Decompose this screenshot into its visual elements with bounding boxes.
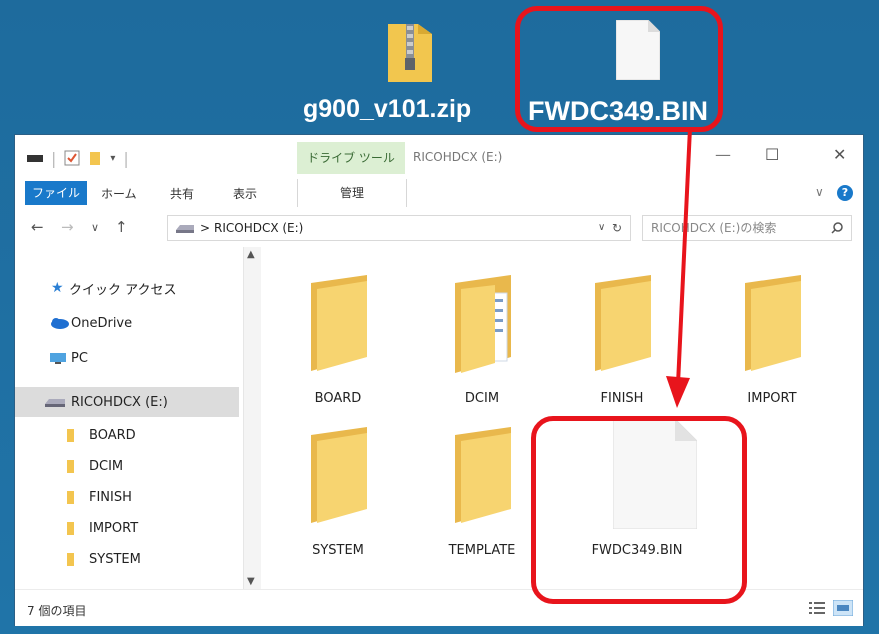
folder-icon	[311, 275, 367, 371]
folder-tile[interactable]: BOARD	[283, 259, 393, 409]
zip-file-label[interactable]: g900_v101.zip	[303, 95, 471, 124]
folder-icon	[455, 427, 511, 523]
computer-icon	[50, 353, 66, 364]
highlight-drive-bin	[531, 416, 747, 604]
zip-file-icon[interactable]	[388, 20, 432, 82]
tab-manage[interactable]: 管理	[297, 179, 407, 207]
address-separator: >	[200, 221, 211, 235]
new-folder-icon[interactable]	[88, 150, 102, 166]
dropdown-icon[interactable]: ▾	[110, 153, 115, 164]
folder-icon	[67, 490, 74, 504]
nav-label-pc: PC	[71, 350, 88, 366]
help-icon[interactable]: ?	[837, 185, 853, 201]
window-title: RICOHDCX (E:)	[413, 150, 503, 164]
folder-icon	[595, 275, 651, 371]
back-arrow-icon[interactable]: ←	[31, 218, 44, 236]
quick-access-toolbar: | ▾ |	[27, 149, 129, 168]
large-icons-view-icon[interactable]	[833, 600, 853, 616]
drive-tools-tab[interactable]: ドライブ ツール	[297, 142, 405, 174]
item-label: SYSTEM	[312, 543, 364, 558]
item-label: BOARD	[314, 391, 362, 406]
maximize-button[interactable]: ☐	[765, 145, 779, 164]
address-bar[interactable]: > RICOHDCX (E:) ∨ ↻	[167, 215, 631, 241]
tab-home[interactable]: ホーム	[101, 185, 137, 202]
nav-label-drive: RICOHDCX (E:)	[71, 394, 168, 410]
tab-view[interactable]: 表示	[233, 185, 257, 202]
nav-item-onedrive[interactable]: OneDrive	[15, 308, 239, 338]
arrow-annotation	[666, 128, 692, 408]
address-row: ← → ∨ ↑ > RICOHDCX (E:) ∨ ↻ RICOHDCX (E:…	[15, 207, 863, 247]
nav-item-quick-access[interactable]: ★ クイック アクセス	[15, 273, 239, 303]
ribbon-expand-icon[interactable]: ∨	[815, 185, 824, 199]
refresh-icon[interactable]: ↻	[612, 216, 622, 240]
item-label: IMPORT	[747, 391, 797, 406]
up-arrow-icon[interactable]: ↑	[115, 218, 128, 236]
nav-folder-board[interactable]: BOARD	[15, 420, 239, 450]
address-path: RICOHDCX (E:)	[214, 221, 304, 235]
nav-folder-dcim[interactable]: DCIM	[15, 451, 239, 481]
star-icon: ★	[51, 280, 64, 296]
save-icon[interactable]	[27, 152, 43, 164]
ribbon-tabs: ファイル ホーム 共有 表示 管理 ∨ ?	[15, 179, 863, 208]
folder-with-files-icon	[455, 275, 511, 373]
nav-item-pc[interactable]: PC	[15, 343, 239, 373]
minimize-button[interactable]: —	[715, 145, 731, 164]
cloud-icon	[51, 318, 69, 329]
folder-icon	[745, 275, 801, 371]
properties-icon[interactable]	[64, 150, 80, 166]
scroll-down-icon[interactable]: ▼	[247, 576, 255, 587]
nav-scrollbar[interactable]: ▲ ▼	[243, 247, 261, 589]
nav-folder-label: DCIM	[89, 458, 124, 474]
folder-icon	[67, 552, 74, 566]
folder-tile[interactable]: DCIM	[427, 259, 537, 409]
item-label: DCIM	[464, 391, 500, 406]
search-icon[interactable]	[831, 222, 843, 234]
address-dropdown-icon[interactable]: ∨	[598, 216, 605, 240]
close-button[interactable]: ✕	[833, 145, 846, 164]
nav-folder-label: BOARD	[89, 427, 136, 443]
folder-icon	[67, 459, 74, 473]
drive-icon	[176, 225, 194, 233]
details-view-icon[interactable]	[807, 600, 827, 616]
nav-item-drive[interactable]: RICOHDCX (E:)	[15, 387, 239, 417]
folder-icon	[67, 428, 74, 442]
nav-label-quick-access: クイック アクセス	[69, 282, 177, 298]
folder-tile[interactable]: SYSTEM	[283, 411, 393, 561]
folder-icon	[67, 521, 74, 535]
nav-label-onedrive: OneDrive	[71, 315, 133, 331]
nav-folder-import[interactable]: IMPORT	[15, 513, 239, 543]
highlight-desktop-bin	[515, 6, 723, 132]
nav-folder-system[interactable]: SYSTEM	[15, 544, 239, 574]
forward-arrow-icon[interactable]: →	[61, 218, 74, 236]
folder-tile[interactable]: IMPORT	[717, 259, 827, 409]
title-bar: | ▾ | ドライブ ツール RICOHDCX (E:) — ☐ ✕	[15, 135, 863, 179]
item-label: TEMPLATE	[448, 543, 516, 558]
drive-icon	[45, 399, 65, 407]
tab-file[interactable]: ファイル	[25, 181, 87, 205]
nav-folder-label: FINISH	[89, 489, 132, 505]
folder-icon	[311, 427, 367, 523]
item-count: 7 個の項目	[27, 604, 87, 618]
tab-share[interactable]: 共有	[170, 185, 194, 202]
folder-tile[interactable]: TEMPLATE	[427, 411, 537, 561]
scroll-up-icon[interactable]: ▲	[247, 249, 255, 260]
navigation-pane: ★ クイック アクセス OneDrive PC RICOHDCX (E:) BO…	[15, 247, 243, 589]
nav-folder-finish[interactable]: FINISH	[15, 482, 239, 512]
nav-folder-label: SYSTEM	[89, 551, 141, 567]
recent-chevron-icon[interactable]: ∨	[91, 221, 99, 234]
nav-folder-label: IMPORT	[89, 520, 139, 536]
